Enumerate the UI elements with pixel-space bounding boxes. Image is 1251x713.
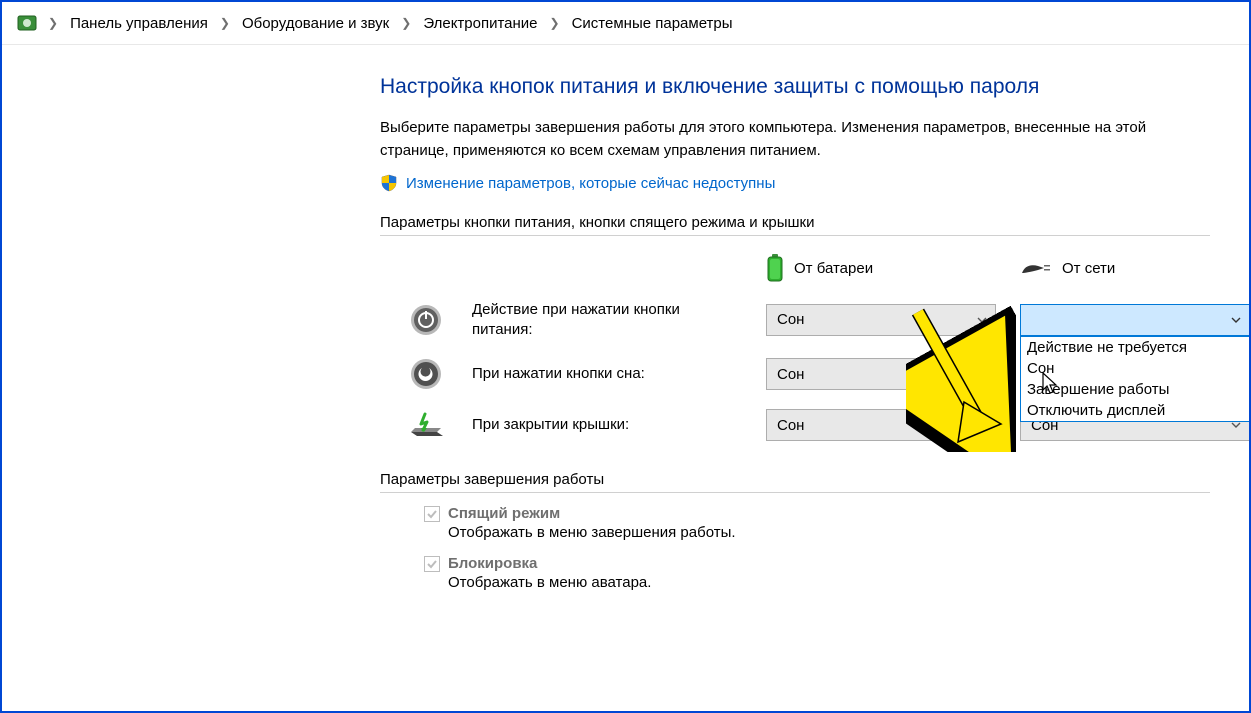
column-header-ac-label: От сети (1062, 260, 1115, 277)
breadcrumb: ❯ Панель управления ❯ Оборудование и зву… (2, 2, 1249, 45)
row-sleep-button-label: При нажатии кнопки сна: (472, 364, 742, 384)
section-shutdown-params-title: Параметры завершения работы (380, 471, 1210, 493)
control-panel-icon (16, 12, 38, 34)
chevron-down-icon (977, 422, 987, 428)
power-plug-icon (1020, 259, 1052, 277)
change-unavailable-settings-link[interactable]: Изменение параметров, которые сейчас нед… (406, 175, 775, 192)
dropdown-option-shutdown[interactable]: Завершение работы (1021, 379, 1249, 400)
checkbox-sleep-mode (424, 506, 440, 522)
power-button-ac-combo[interactable]: Действие не требуется Сон Завершение раб… (1020, 304, 1250, 336)
chevron-right-icon: ❯ (395, 16, 417, 30)
row-lid-close-label: При закрытии крышки: (472, 415, 742, 435)
column-header-battery-label: От батареи (794, 260, 873, 277)
checkbox-lock (424, 556, 440, 572)
chevron-down-icon (1231, 317, 1241, 323)
battery-icon (766, 254, 784, 282)
chevron-down-icon (977, 371, 987, 377)
dropdown-option-no-action[interactable]: Действие не требуется (1021, 337, 1249, 358)
breadcrumb-system-settings[interactable]: Системные параметры (570, 13, 735, 34)
column-header-battery: От батареи (766, 254, 996, 282)
lid-close-battery-combo[interactable]: Сон (766, 409, 996, 441)
breadcrumb-hardware-sound[interactable]: Оборудование и звук (240, 13, 391, 34)
combo-value: Сон (777, 311, 804, 328)
combo-value: Сон (777, 366, 804, 383)
chevron-right-icon: ❯ (42, 16, 64, 30)
row-power-button-label: Действие при нажатии кнопки питания: (472, 300, 742, 339)
power-button-icon (404, 303, 448, 337)
breadcrumb-control-panel[interactable]: Панель управления (68, 13, 210, 34)
chevron-down-icon (977, 317, 987, 323)
dropdown-option-sleep[interactable]: Сон (1021, 358, 1249, 379)
checkbox-lock-label: Блокировка (448, 555, 537, 572)
chevron-right-icon: ❯ (214, 16, 236, 30)
breadcrumb-power-options[interactable]: Электропитание (421, 13, 539, 34)
checkbox-lock-desc: Отображать в меню аватара. (448, 574, 1202, 591)
section-buttons-lid-title: Параметры кнопки питания, кнопки спящего… (380, 214, 1210, 236)
sleep-button-icon (404, 357, 448, 391)
checkbox-sleep-mode-label: Спящий режим (448, 505, 560, 522)
chevron-right-icon: ❯ (544, 16, 566, 30)
lid-close-icon (404, 410, 448, 440)
column-header-ac: От сети (1020, 259, 1250, 277)
power-button-battery-combo[interactable]: Сон (766, 304, 996, 336)
checkbox-sleep-mode-desc: Отображать в меню завершения работы. (448, 524, 1202, 541)
chevron-down-icon (1231, 422, 1241, 428)
uac-shield-icon (380, 174, 398, 192)
page-description: Выберите параметры завершения работы для… (380, 117, 1160, 162)
sleep-button-battery-combo[interactable]: Сон (766, 358, 996, 390)
page-title: Настройка кнопок питания и включение защ… (380, 75, 1202, 99)
dropdown-option-display-off[interactable]: Отключить дисплей (1021, 400, 1249, 421)
power-button-ac-dropdown: Действие не требуется Сон Завершение раб… (1020, 336, 1250, 422)
combo-value: Сон (777, 417, 804, 434)
